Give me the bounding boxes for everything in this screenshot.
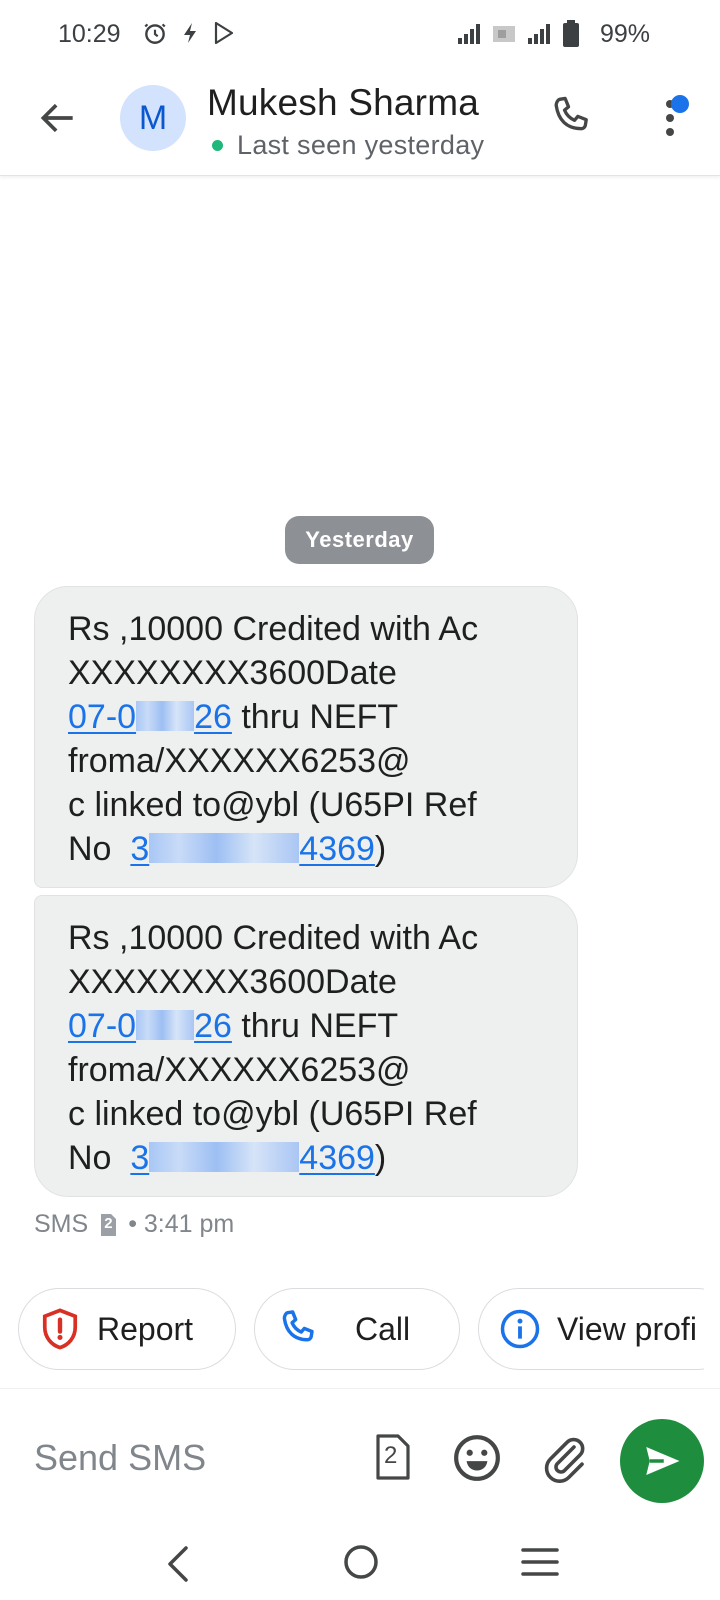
message-line: c linked to@ybl (U65PI Ref xyxy=(68,1095,477,1133)
message-line: froma/XXXXXX6253@ xyxy=(68,742,411,780)
message-line: Rs ,10000 Credited with Ac xyxy=(68,610,479,648)
sim-indicator: 2 xyxy=(98,1213,118,1237)
sim-number: 2 xyxy=(384,1442,398,1469)
send-button[interactable] xyxy=(620,1419,704,1503)
attach-button[interactable] xyxy=(540,1431,588,1483)
paperclip-icon xyxy=(544,1437,585,1483)
message-bubble[interactable]: Rs ,10000 Credited with Ac XXXXXXXX3600D… xyxy=(34,586,578,888)
view-profile-chip-label: View profi xyxy=(557,1310,697,1347)
nav-recents-icon xyxy=(521,1548,559,1576)
battery-icon xyxy=(563,20,579,47)
more-vert-icon xyxy=(666,95,689,136)
sms-input[interactable] xyxy=(34,1433,334,1483)
report-chip[interactable]: Report xyxy=(18,1288,236,1370)
signal-icon-2 xyxy=(528,24,550,44)
flash-notification-icon xyxy=(184,23,196,43)
battery-percentage: 99% xyxy=(599,20,650,48)
reference-number-link[interactable]: 3 4369 xyxy=(130,830,375,868)
message-meta: SMS 2 • 3:41 pm xyxy=(34,1210,234,1239)
send-icon xyxy=(646,1447,680,1475)
system-navigation-bar xyxy=(0,1528,720,1600)
sim-select-button[interactable]: 2 xyxy=(372,1433,412,1481)
date-link[interactable]: 07-0 26 xyxy=(68,698,232,736)
message-line: XXXXXXXX3600Date xyxy=(68,963,397,1001)
message-channel: SMS xyxy=(34,1210,89,1238)
date-divider-chip: Yesterday xyxy=(285,516,434,564)
message-bubble[interactable]: Rs ,10000 Credited with Ac XXXXXXXX3600D… xyxy=(34,895,578,1197)
message-line: froma/XXXXXX6253@ xyxy=(68,1051,411,1089)
nav-back-button[interactable] xyxy=(160,1542,200,1586)
message-line: c linked to@ybl (U65PI Ref xyxy=(68,786,477,824)
status-bar: 10:29 99% xyxy=(0,0,720,66)
date-link[interactable]: 07-0 26 xyxy=(68,1007,232,1045)
message-line: 07-0 26 thru NEFT xyxy=(68,1007,399,1045)
signal-icon xyxy=(458,24,480,44)
message-line: Rs ,10000 Credited with Ac xyxy=(68,919,479,957)
signal-icon-masked xyxy=(493,26,515,42)
redacted-area xyxy=(149,833,300,863)
presence-dot xyxy=(212,140,223,151)
status-time: 10:29 xyxy=(58,20,121,48)
arrow-left-icon xyxy=(40,103,73,133)
call-chip[interactable]: Call xyxy=(254,1288,460,1370)
nav-recents-button[interactable] xyxy=(520,1544,560,1580)
nav-home-icon xyxy=(344,1545,378,1579)
nav-home-button[interactable] xyxy=(341,1542,381,1582)
contact-avatar[interactable]: M xyxy=(120,85,186,151)
header-call-button[interactable] xyxy=(546,92,596,142)
phone-icon xyxy=(282,1310,314,1342)
message-timestamp: • 3:41 pm xyxy=(128,1210,235,1238)
conversation-header: M Mukesh Sharma Last seen yesterday xyxy=(0,66,720,176)
message-composer: 2 xyxy=(0,1388,720,1528)
view-profile-chip[interactable]: View profi xyxy=(478,1288,704,1370)
redacted-area xyxy=(136,701,195,731)
message-line: No 3 4369) xyxy=(68,1139,387,1177)
nav-back-icon xyxy=(168,1546,188,1582)
info-icon xyxy=(500,1309,540,1349)
contact-name[interactable]: Mukesh Sharma xyxy=(207,82,479,124)
suggestion-chips: Report Call View profi xyxy=(18,1288,704,1370)
phone-icon xyxy=(554,96,588,131)
status-notification-icons xyxy=(142,20,236,46)
message-line: No 3 4369) xyxy=(68,830,387,868)
last-seen-text: Last seen yesterday xyxy=(237,130,485,160)
play-store-notification-icon xyxy=(214,21,234,45)
report-chip-label: Report xyxy=(97,1310,194,1347)
redacted-area xyxy=(136,1010,195,1040)
status-system-icons xyxy=(456,20,580,48)
redacted-area xyxy=(149,1142,300,1172)
emoji-button[interactable] xyxy=(452,1433,502,1483)
shield-alert-icon xyxy=(42,1308,78,1350)
message-line: 07-0 26 thru NEFT xyxy=(68,698,399,736)
emoji-icon xyxy=(454,1435,500,1481)
alarm-notification-icon xyxy=(144,23,166,44)
reference-number-link[interactable]: 3 4369 xyxy=(130,1139,375,1177)
call-chip-label: Call xyxy=(355,1310,411,1347)
more-options-button[interactable] xyxy=(656,92,696,148)
message-line: XXXXXXXX3600Date xyxy=(68,654,397,692)
back-button[interactable] xyxy=(36,96,80,140)
last-seen-row: Last seen yesterday xyxy=(212,130,484,161)
